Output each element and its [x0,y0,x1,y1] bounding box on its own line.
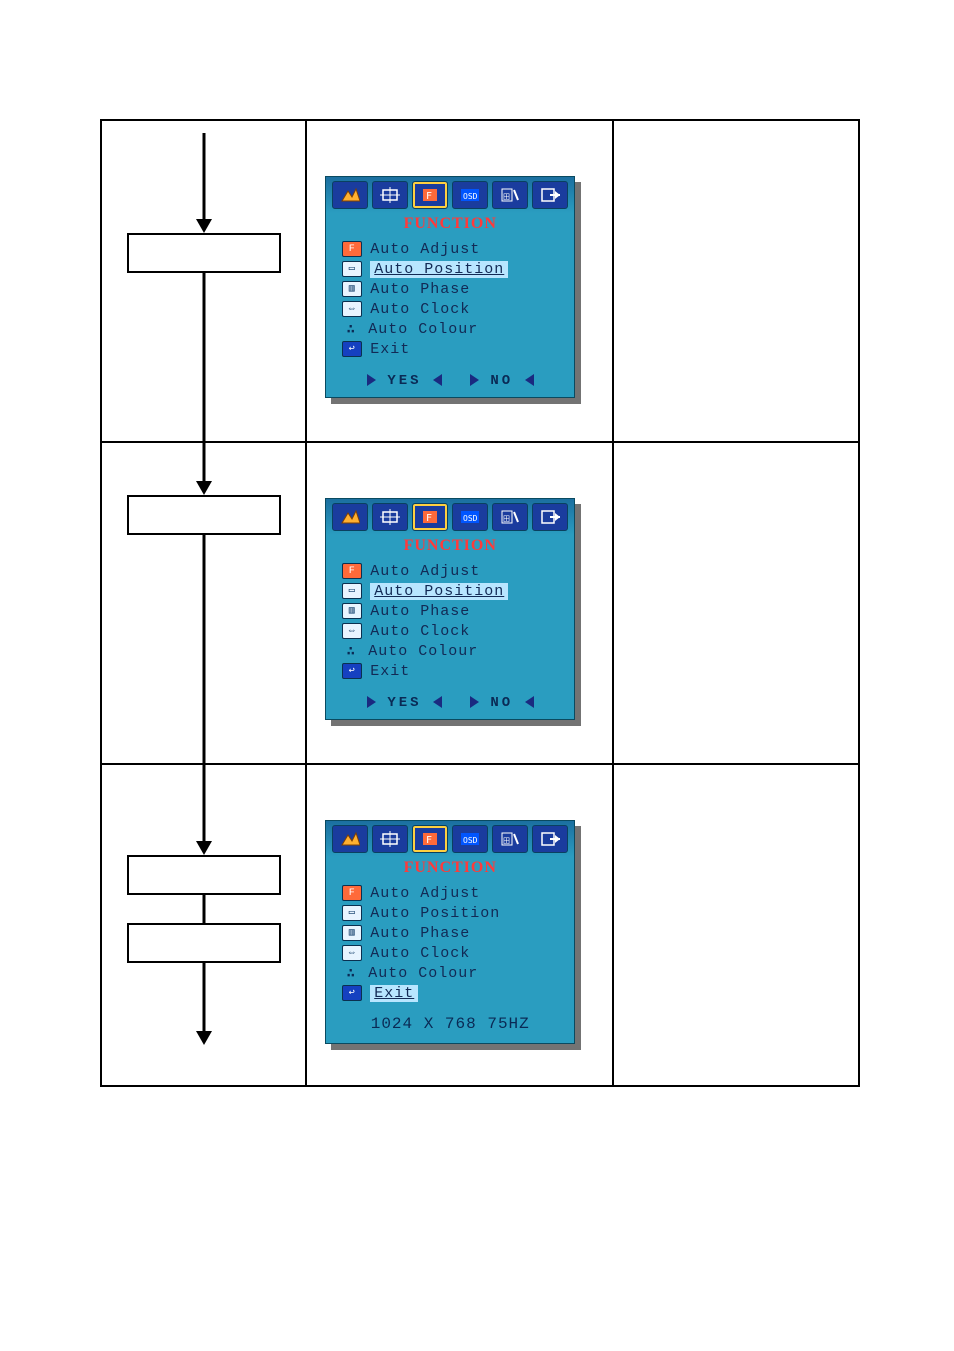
flow-cell-2 [102,443,305,763]
osd-item-exit[interactable]: ↩ Exit [342,983,562,1003]
osd-panel: FOSD田FUNCTIONFAuto Adjust▭Auto Position▥… [325,498,575,720]
f-icon: F [342,885,362,901]
osd-item-auto-phase[interactable]: ▥ Auto Phase [342,601,562,621]
osd-panel: FOSD田FUNCTIONFAuto Adjust▭Auto Position▥… [325,176,575,398]
svg-text:F: F [426,191,432,202]
osd-item-auto-adjust[interactable]: F Auto Adjust [342,883,562,903]
svg-text:OSD: OSD [463,836,478,845]
osd-list: F Auto Adjust ▭ Auto Position ▥ Auto Phase ⇔ Au… [326,881,574,1011]
desc-cell-3 [613,764,859,1086]
osd-item-label: Auto Colour [368,321,478,338]
clock-icon: ⇔ [342,945,362,961]
flow-cell-1 [102,121,305,441]
no-button[interactable]: NO [470,373,534,389]
osd-item-label: Exit [370,663,410,680]
osd-item-exit[interactable]: ↩ Exit [342,339,562,359]
osd-item-label: Exit [370,985,418,1002]
colour-icon: ∴ [342,322,360,336]
osd-item-label: Auto Adjust [370,241,480,258]
flow-box [127,233,281,273]
osd-item-label: Auto Phase [370,281,470,298]
exit-icon: ↩ [342,341,362,357]
osd-item-auto-clock[interactable]: ⇔ Auto Clock [342,299,562,319]
osd-item-label: Auto Clock [370,623,470,640]
page: FOSD田FUNCTIONFAuto Adjust▭Auto Position▥… [0,0,954,1351]
clock-icon: ⇔ [342,623,362,639]
yes-button[interactable]: YES [367,373,442,389]
osd-footer: YES NO [326,367,574,397]
desc-cell-2 [613,442,859,764]
osd-item-auto-phase[interactable]: ▥ Auto Phase [342,923,562,943]
flow-box [127,495,281,535]
osd-item-auto-clock[interactable]: ⇔ Auto Clock [342,943,562,963]
position-icon: ▭ [342,261,362,277]
flow-box [127,923,281,963]
yes-button[interactable]: YES [367,695,442,711]
osd-list: F Auto Adjust ▭ Auto Position ▥ Auto Phase ⇔ Au… [326,237,574,367]
colour-icon: ∴ [342,966,360,980]
osd-title: FUNCTION [326,857,574,881]
osd-item-label: Auto Clock [370,945,470,962]
exit-icon: ↩ [342,663,362,679]
osd-item-label: Auto Clock [370,301,470,318]
phase-icon: ▥ [342,603,362,619]
osd-item-auto-clock[interactable]: ⇔ Auto Clock [342,621,562,641]
osd-item-auto-colour[interactable]: ∴ Auto Colour [342,319,562,339]
position-icon: ▭ [342,583,362,599]
colour-icon: ∴ [342,644,360,658]
svg-text:F: F [426,513,432,524]
osd-item-auto-position[interactable]: ▭ Auto Position [342,259,562,279]
osd-item-exit[interactable]: ↩ Exit [342,661,562,681]
svg-text:田: 田 [503,837,510,846]
svg-text:OSD: OSD [463,192,478,201]
osd-item-auto-adjust[interactable]: F Auto Adjust [342,561,562,581]
osd-item-auto-position[interactable]: ▭ Auto Position [342,903,562,923]
osd-item-label: Auto Colour [368,643,478,660]
osd-item-label: Auto Position [370,261,508,278]
clock-icon: ⇔ [342,301,362,317]
osd-item-label: Auto Position [370,905,500,922]
osd-item-label: Auto Adjust [370,563,480,580]
f-icon: F [342,563,362,579]
no-button[interactable]: NO [470,695,534,711]
osd-list: F Auto Adjust ▭ Auto Position ▥ Auto Phase ⇔ Au… [326,559,574,689]
osd-cell-3: FOSD田FUNCTIONFAuto Adjust▭Auto Position▥… [307,765,612,1085]
osd-resolution: 1024 X 768 75HZ [326,1011,574,1043]
osd-item-auto-position[interactable]: ▭ Auto Position [342,581,562,601]
osd-tab-row: F OSD 田 [326,499,574,535]
desc-cell-1 [613,120,859,442]
osd-footer: YES NO [326,689,574,719]
phase-icon: ▥ [342,281,362,297]
svg-text:F: F [426,835,432,846]
osd-item-auto-colour[interactable]: ∴ Auto Colour [342,963,562,983]
layout-grid: FOSD田FUNCTIONFAuto Adjust▭Auto Position▥… [100,119,860,1087]
osd-item-auto-phase[interactable]: ▥ Auto Phase [342,279,562,299]
osd-item-label: Auto Position [370,583,508,600]
osd-tab-row: F OSD 田 [326,821,574,857]
osd-tab-row: F OSD 田 [326,177,574,213]
osd-panel: FOSD田FUNCTIONFAuto Adjust▭Auto Position▥… [325,820,575,1044]
flow-cell-3 [102,765,305,1085]
osd-cell-2: FOSD田FUNCTIONFAuto Adjust▭Auto Position▥… [307,443,612,763]
f-icon: F [342,241,362,257]
svg-text:田: 田 [503,515,510,524]
osd-item-label: Exit [370,341,410,358]
osd-item-auto-adjust[interactable]: F Auto Adjust [342,239,562,259]
exit-icon: ↩ [342,985,362,1001]
position-icon: ▭ [342,905,362,921]
osd-item-label: Auto Adjust [370,885,480,902]
phase-icon: ▥ [342,925,362,941]
osd-item-label: Auto Colour [368,965,478,982]
osd-cell-1: FOSD田FUNCTIONFAuto Adjust▭Auto Position▥… [307,121,612,441]
svg-text:OSD: OSD [463,514,478,523]
osd-title: FUNCTION [326,535,574,559]
osd-item-auto-colour[interactable]: ∴ Auto Colour [342,641,562,661]
svg-text:田: 田 [503,193,510,202]
osd-item-label: Auto Phase [370,603,470,620]
osd-title: FUNCTION [326,213,574,237]
osd-item-label: Auto Phase [370,925,470,942]
flow-box [127,855,281,895]
